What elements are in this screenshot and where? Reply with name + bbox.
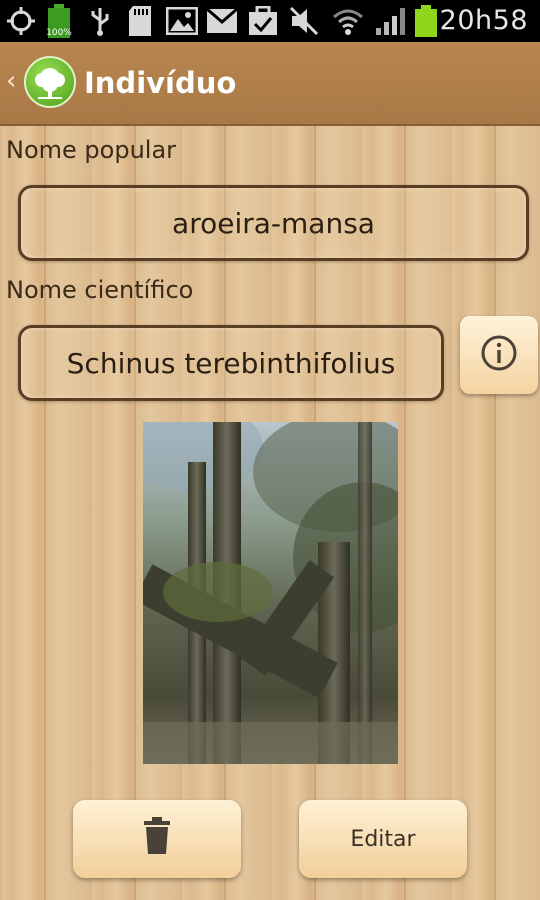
usb-icon — [88, 6, 112, 36]
status-bar: 100% 20h58 — [0, 0, 540, 42]
page-title: Indivíduo — [84, 66, 237, 100]
tasks-icon — [247, 6, 279, 36]
gmail-icon — [206, 6, 238, 36]
trash-icon — [142, 816, 172, 862]
delete-button[interactable] — [73, 800, 241, 878]
clock: 20h58 — [439, 5, 528, 36]
info-icon — [479, 333, 519, 377]
signal-icon — [374, 6, 410, 36]
battery-icon — [415, 5, 437, 37]
tree-icon[interactable] — [24, 56, 76, 108]
edit-button[interactable]: Editar — [299, 800, 467, 878]
chevron-left-icon[interactable]: ‹ — [6, 66, 16, 96]
gps-icon — [6, 6, 36, 36]
info-button[interactable] — [460, 316, 538, 394]
image-icon — [166, 6, 198, 36]
sd-card-icon — [126, 6, 154, 36]
scientific-name-field[interactable]: Schinus terebinthifolius — [18, 325, 444, 401]
tree-photo[interactable] — [143, 422, 398, 764]
battery-icon: 100% — [46, 4, 72, 38]
wifi-icon — [332, 6, 364, 36]
mute-icon — [288, 6, 320, 36]
scientific-name-label: Nome científico — [6, 276, 194, 304]
action-bar: ‹ Indivíduo — [0, 42, 540, 126]
popular-name-label: Nome popular — [6, 136, 177, 164]
popular-name-field[interactable]: aroeira-mansa — [18, 185, 529, 261]
